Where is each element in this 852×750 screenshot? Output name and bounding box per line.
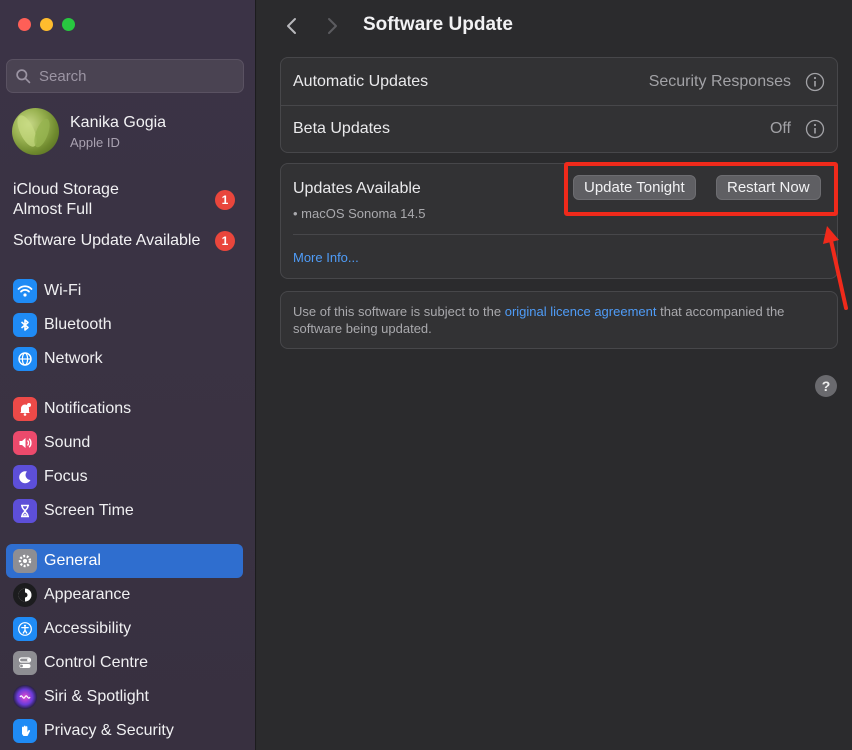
sidebar-item-label: Siri & Spotlight [44,688,149,705]
software-update-alert[interactable]: Software Update Available 1 [13,231,235,251]
beta-updates-value: Off [769,120,791,137]
icloud-alert-line1: iCloud Storage [13,181,119,198]
updates-available-title: Updates Available [293,180,421,197]
sidebar-item-control-centre[interactable]: Control Centre [6,646,243,680]
sidebar-item-label: Privacy & Security [44,722,174,739]
back-button[interactable] [281,14,301,38]
annotation-arrow-icon [823,226,848,310]
avatar [12,108,59,155]
icloud-alert-badge: 1 [215,190,235,210]
licence-card: Use of this software is subject to the o… [280,291,838,349]
sidebar-item-label: Wi-Fi [44,282,82,299]
info-icon[interactable] [805,119,825,139]
hand-icon [13,719,37,743]
licence-agreement-link[interactable]: original licence agreement [505,304,657,319]
beta-updates-label: Beta Updates [293,120,390,137]
sidebar-item-privacy-security[interactable]: Privacy & Security [6,714,243,748]
search-input[interactable] [39,67,229,85]
wifi-icon [13,279,37,303]
chevron-left-icon [287,18,296,34]
update-item: • macOS Sonoma 14.5 [293,206,426,221]
divider [293,234,825,235]
page-title: Software Update [363,14,513,35]
minimize-window-button[interactable] [40,18,53,31]
licence-text: Use of this software is subject to the o… [293,303,829,337]
sidebar-item-label: General [44,552,101,569]
info-icon[interactable] [805,72,825,92]
sidebar-item-label: Focus [44,468,88,485]
main-pane: Software Update Automatic Updates Securi… [257,0,852,750]
search-field[interactable] [6,59,244,93]
sidebar-group-notifications: Notifications Sound Focus Screen Time [6,392,243,528]
sidebar-item-wifi[interactable]: Wi-Fi [6,274,243,308]
automatic-updates-label: Automatic Updates [293,72,429,90]
maximize-window-button[interactable] [62,18,75,31]
toggles-icon [13,651,37,675]
automatic-updates-value: Security Responses [648,72,791,90]
sidebar-item-focus[interactable]: Focus [6,460,243,494]
icloud-storage-alert[interactable]: iCloud Storage Almost Full 1 [13,180,235,220]
sidebar-item-label: Appearance [44,586,131,603]
bell-icon [13,397,37,421]
close-window-button[interactable] [18,18,31,31]
sidebar-item-label: Network [44,350,103,367]
help-button[interactable]: ? [815,375,837,397]
sidebar-item-sound[interactable]: Sound [6,426,243,460]
annotation-highlight-box [564,162,838,216]
sidebar-item-network[interactable]: Network [6,342,243,376]
sidebar-item-siri-spotlight[interactable]: Siri & Spotlight [6,680,243,714]
update-settings-card: Automatic Updates Security Responses Bet… [280,57,838,153]
sidebar-item-appearance[interactable]: Appearance [6,578,243,612]
sidebar-item-label: Bluetooth [44,316,112,333]
window-controls [18,18,75,31]
hourglass-icon [13,499,37,523]
globe-icon [13,347,37,371]
search-icon [16,68,31,83]
sidebar-item-label: Control Centre [44,654,149,671]
sidebar-group-network: Wi-Fi Bluetooth Network [6,274,243,376]
icloud-alert-line2: Almost Full [13,201,93,218]
profile-name: Kanika Gogia [70,113,167,131]
chevron-right-icon [328,18,337,34]
licence-text-prefix: Use of this software is subject to the [293,304,505,319]
gear-icon [13,549,37,573]
beta-updates-row[interactable]: Beta Updates Off [281,105,837,152]
bluetooth-icon [13,313,37,337]
sidebar-item-label: Screen Time [44,502,134,519]
sidebar-item-screen-time[interactable]: Screen Time [6,494,243,528]
sidebar-group-system: General Appearance Accessibility Control… [6,544,243,748]
moon-icon [13,465,37,489]
siri-icon [13,685,37,709]
sidebar-item-general[interactable]: General [6,544,243,578]
sidebar-item-label: Sound [44,434,91,451]
automatic-updates-row[interactable]: Automatic Updates Security Responses [281,58,837,105]
appearance-icon [13,583,37,607]
more-info-link[interactable]: More Info... [293,250,359,265]
sidebar-item-accessibility[interactable]: Accessibility [6,612,243,646]
sidebar-item-bluetooth[interactable]: Bluetooth [6,308,243,342]
profile-subtitle: Apple ID [70,134,120,150]
software-update-alert-label: Software Update Available [13,232,201,249]
apple-id-profile[interactable]: Kanika Gogia Apple ID [12,108,166,155]
sidebar-item-notifications[interactable]: Notifications [6,392,243,426]
forward-button[interactable] [323,14,343,38]
software-update-badge: 1 [215,231,235,251]
sidebar-item-label: Accessibility [44,620,132,637]
speaker-icon [13,431,37,455]
sidebar-item-label: Notifications [44,400,132,417]
accessibility-icon [13,617,37,641]
sidebar: Kanika Gogia Apple ID iCloud Storage Alm… [0,0,256,750]
